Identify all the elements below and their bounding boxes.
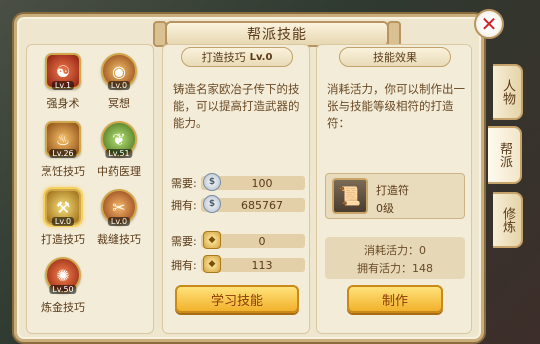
tailoring-icon: ✂ Lv.0: [101, 189, 137, 226]
vitality-info: 消耗活力：0 拥有活力：148: [325, 237, 465, 279]
skill-level: Lv.26: [49, 149, 77, 158]
gold-have-row: 拥有: ◆ 113: [171, 255, 305, 273]
vitality-have: 拥有活力：148: [357, 262, 433, 275]
close-icon[interactable]: ✕: [474, 9, 504, 39]
product-level: 0级: [376, 202, 394, 215]
skill-item-forging[interactable]: ⚒ Lv.0 打造技巧: [35, 189, 91, 247]
contribution-icon: ◆: [203, 231, 221, 249]
tab-label: 人物: [500, 79, 515, 105]
product-slot[interactable]: 📜 打造符 0级: [325, 173, 465, 219]
title-scroll-left: [153, 21, 167, 47]
medicine-icon: ❦ Lv.51: [101, 121, 137, 158]
meditation-icon: ◉ Lv.0: [101, 53, 137, 90]
effect-description: 消耗活力，你可以制作出一张与技能等级相符的打造符：: [327, 82, 465, 130]
make-button[interactable]: 制作: [347, 285, 443, 313]
skill-description: 铸造名家欧冶子传下的技能，可以提高打造武器的能力。: [173, 82, 300, 130]
skill-name: 中药医理: [97, 165, 141, 178]
have-label: 拥有:: [171, 259, 197, 272]
skill-item-strength[interactable]: ☯ Lv.1 强身术: [35, 53, 91, 111]
talisman-icon: 📜: [332, 178, 368, 214]
gold-have-value: 113: [251, 258, 273, 272]
silver-coin-icon: $: [203, 173, 221, 191]
skill-item-medicine[interactable]: ❦ Lv.51 中药医理: [91, 121, 147, 179]
skill-level: Lv.0: [107, 217, 131, 226]
skill-level: Lv.50: [49, 285, 77, 294]
skill-name: 冥想: [108, 97, 130, 110]
silver-need-row: 需要: $ 100: [171, 173, 305, 191]
alchemy-icon: ✺ Lv.50: [45, 257, 81, 294]
window-title: 帮派技能: [247, 27, 307, 43]
gold-need-value: 0: [258, 234, 266, 248]
strength-icon: ☯ Lv.1: [45, 53, 81, 90]
selected-skill-level: Lv.0: [249, 51, 273, 63]
need-label: 需要:: [171, 235, 197, 248]
silver-coin-icon: $: [203, 195, 221, 213]
skill-detail-panel: 打造技巧 Lv.0 铸造名家欧冶子传下的技能，可以提高打造武器的能力。 需要: …: [162, 44, 310, 334]
skill-item-alchemy[interactable]: ✺ Lv.50 炼金技巧: [35, 257, 91, 315]
cooking-icon: ♨ Lv.26: [45, 121, 81, 158]
forging-icon: ⚒ Lv.0: [45, 189, 81, 226]
skill-level: Lv.1: [51, 81, 75, 90]
skill-level: Lv.0: [107, 81, 131, 90]
have-label: 拥有:: [171, 199, 197, 212]
tab-character[interactable]: 人物: [493, 64, 523, 120]
gold-need-row: 需要: ◆ 0: [171, 231, 305, 249]
selected-skill-header: 打造技巧 Lv.0: [181, 47, 293, 67]
skill-name: 烹饪技巧: [41, 165, 85, 178]
learn-skill-button[interactable]: 学习技能: [175, 285, 299, 313]
product-name: 打造符: [376, 184, 409, 197]
skill-level: Lv.0: [51, 217, 75, 226]
silver-have-row: 拥有: $ 685767: [171, 195, 305, 213]
contribution-icon: ◆: [203, 255, 221, 273]
silver-have-value: 685767: [241, 198, 283, 212]
skill-name: 裁缝技巧: [97, 233, 141, 246]
skill-level: Lv.51: [105, 149, 133, 158]
skill-name: 打造技巧: [41, 233, 85, 246]
skill-item-tailoring[interactable]: ✂ Lv.0 裁缝技巧: [91, 189, 147, 247]
silver-need-value: 100: [251, 176, 273, 190]
need-label: 需要:: [171, 177, 197, 190]
skill-list: ☯ Lv.1 强身术 ◉ Lv.0 冥想 ♨ Lv.26 烹饪技巧 ❦ Lv.51 中药…: [26, 44, 154, 334]
tab-label: 帮派: [497, 142, 512, 168]
selected-skill-name: 打造技巧: [201, 51, 246, 64]
tab-guild[interactable]: 帮派: [488, 126, 522, 184]
effect-header: 技能效果: [339, 47, 451, 67]
vitality-cost: 消耗活力：0: [364, 244, 426, 257]
tab-cultivation[interactable]: 修炼: [493, 192, 523, 248]
skill-item-meditation[interactable]: ◉ Lv.0 冥想: [91, 53, 147, 111]
skill-name: 强身术: [46, 97, 80, 110]
skill-effect-panel: 技能效果 消耗活力，你可以制作出一张与技能等级相符的打造符： 📜 打造符 0级 …: [316, 44, 472, 334]
skill-name: 炼金技巧: [41, 301, 85, 314]
skill-item-cooking[interactable]: ♨ Lv.26 烹饪技巧: [35, 121, 91, 179]
tab-label: 修炼: [500, 207, 515, 233]
effect-title: 技能效果: [373, 51, 417, 64]
